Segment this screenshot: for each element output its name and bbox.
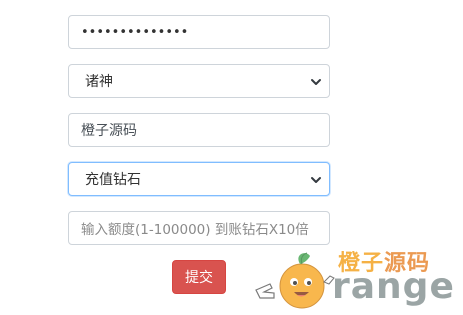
site-name-value: 橙子源码 <box>81 123 137 139</box>
site-name-field[interactable]: 橙子源码 <box>68 113 330 147</box>
password-field[interactable]: •••••••••••••• <box>68 15 330 49</box>
chevron-down-icon <box>311 79 321 85</box>
submit-button[interactable]: 提交 <box>172 260 226 294</box>
recharge-type-value: 充值钻石 <box>85 172 141 188</box>
server-select-value: 诸神 <box>85 74 113 90</box>
amount-placeholder: 输入额度(1-100000) 到账钻石X10倍 <box>81 222 309 238</box>
password-value: •••••••••••••• <box>81 24 189 40</box>
recharge-form-page: •••••••••••••• 诸神 橙子源码 充值钻石 输入额度(1-10000… <box>0 0 463 315</box>
watermark-logo: 橙子源码 range <box>250 240 463 315</box>
watermark-en-text: range <box>332 266 455 307</box>
chevron-down-icon <box>311 177 321 183</box>
orange-mascot-icon <box>255 252 335 309</box>
server-select[interactable]: 诸神 <box>68 64 330 98</box>
recharge-type-select[interactable]: 充值钻石 <box>68 162 330 196</box>
